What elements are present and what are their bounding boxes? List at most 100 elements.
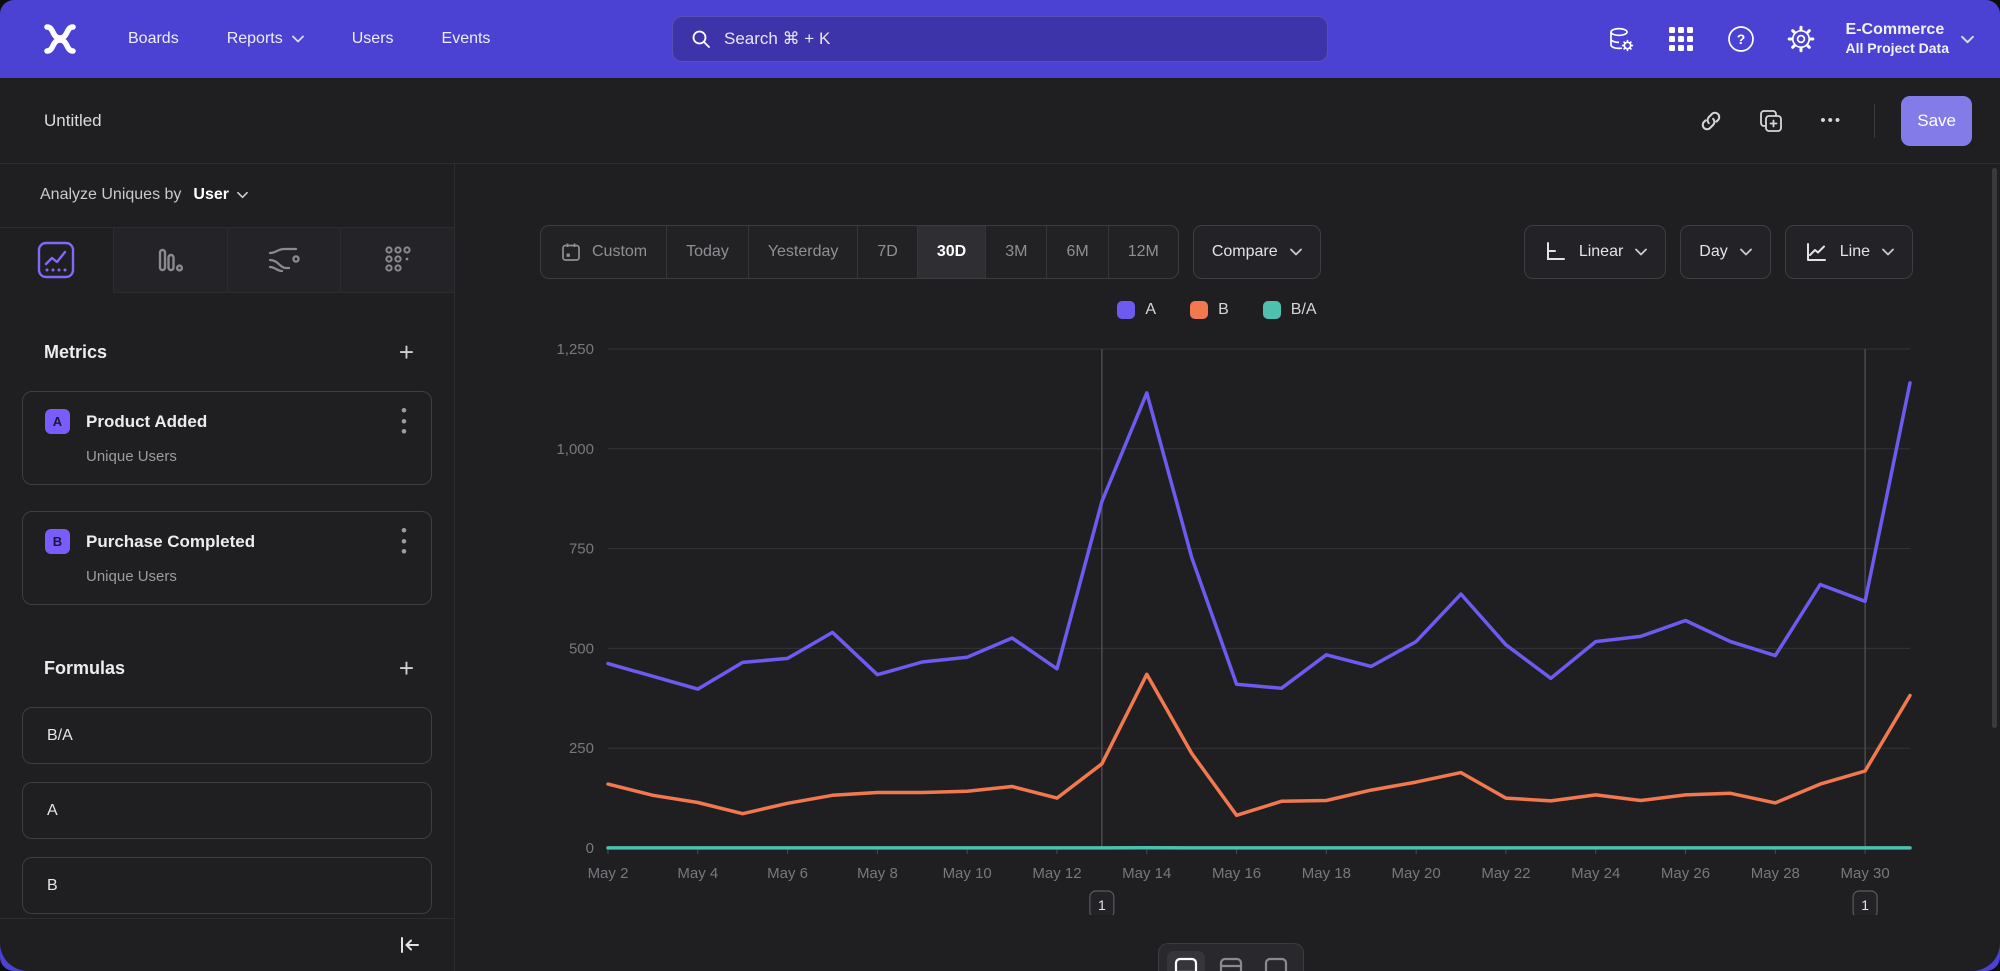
apps-grid-icon[interactable] xyxy=(1666,24,1696,54)
data-management-icon[interactable] xyxy=(1606,24,1636,54)
svg-text:May 28: May 28 xyxy=(1751,865,1800,882)
split-horizontal-icon xyxy=(1174,957,1198,971)
chevron-down-icon xyxy=(292,35,304,43)
scrollbar-thumb[interactable] xyxy=(1992,168,1997,728)
svg-text:May 10: May 10 xyxy=(943,865,992,882)
svg-text:May 18: May 18 xyxy=(1302,865,1351,882)
svg-text:May 14: May 14 xyxy=(1122,865,1171,882)
range-yesterday[interactable]: Yesterday xyxy=(749,226,859,278)
analyze-row: Analyze Uniques by User xyxy=(0,163,454,228)
range-3m[interactable]: 3M xyxy=(986,226,1047,278)
analyze-entity-value: User xyxy=(193,186,229,204)
range-label: 7D xyxy=(877,243,897,261)
metric-card-b[interactable]: B Purchase Completed ••• Unique Users xyxy=(22,511,432,605)
layout-table-bottom-toggle[interactable] xyxy=(1257,951,1295,971)
add-metric-button[interactable]: + xyxy=(399,339,414,365)
legend-item-ba[interactable]: B/A xyxy=(1263,301,1317,319)
range-today[interactable]: Today xyxy=(667,226,749,278)
nav-right: ? E-Commerce All Project Data xyxy=(1606,0,1974,78)
linear-scale-icon xyxy=(1543,240,1567,264)
save-button[interactable]: Save xyxy=(1901,96,1972,146)
nav-item-events[interactable]: Events xyxy=(442,30,491,48)
nav-item-boards[interactable]: Boards xyxy=(128,30,179,48)
chart-type-label: Line xyxy=(1840,243,1870,261)
range-label: Custom xyxy=(592,243,647,261)
settings-gear-icon[interactable] xyxy=(1786,24,1816,54)
chart-type-dropdown[interactable]: Line xyxy=(1785,225,1913,279)
add-formula-button[interactable]: + xyxy=(399,655,414,681)
help-icon[interactable]: ? xyxy=(1726,24,1756,54)
legend-swatch-ba xyxy=(1263,301,1281,319)
more-menu-icon[interactable]: ••• xyxy=(1814,104,1848,138)
formulas-heading: Formulas xyxy=(44,658,125,679)
analyze-entity-dropdown[interactable]: User xyxy=(193,186,248,204)
metric-options-icon[interactable]: ••• xyxy=(395,526,413,558)
chevron-down-icon xyxy=(1882,248,1894,256)
collapse-sidebar-icon[interactable] xyxy=(398,935,422,955)
metrics-heading: Metrics xyxy=(44,342,107,363)
legend-item-b[interactable]: B xyxy=(1190,301,1229,319)
legend-swatch-b xyxy=(1190,301,1208,319)
metric-card-a[interactable]: A Product Added ••• Unique Users xyxy=(22,391,432,485)
svg-text:May 12: May 12 xyxy=(1032,865,1081,882)
range-7d[interactable]: 7D xyxy=(858,226,917,278)
scale-dropdown[interactable]: Linear xyxy=(1524,225,1666,279)
metric-name: Purchase Completed xyxy=(86,532,255,552)
formula-card[interactable]: A xyxy=(22,782,432,839)
nav-item-reports[interactable]: Reports xyxy=(227,30,304,48)
mixpanel-logo-icon[interactable] xyxy=(40,22,80,56)
formulas-header: Formulas + xyxy=(0,655,454,681)
search-placeholder: Search ⌘ + K xyxy=(724,29,830,49)
chevron-down-icon xyxy=(237,191,248,199)
layout-table-top-toggle[interactable] xyxy=(1212,951,1250,971)
tab-line-chart[interactable] xyxy=(0,228,114,293)
svg-text:May 8: May 8 xyxy=(857,865,898,882)
flow-chart-icon xyxy=(265,243,303,277)
range-custom[interactable]: Custom xyxy=(541,226,667,278)
svg-text:May 16: May 16 xyxy=(1212,865,1261,882)
range-30d[interactable]: 30D xyxy=(918,226,986,278)
formula-card[interactable]: B xyxy=(22,857,432,914)
metric-badge: A xyxy=(45,409,70,434)
svg-text:May 20: May 20 xyxy=(1392,865,1441,882)
layout-chart-table-toggle[interactable] xyxy=(1167,951,1205,971)
svg-text:May 2: May 2 xyxy=(588,865,629,882)
search-input[interactable]: Search ⌘ + K xyxy=(672,16,1328,62)
funnel-dots-icon xyxy=(381,243,415,277)
metric-options-icon[interactable]: ••• xyxy=(395,406,413,438)
line-chart[interactable]: 02505007501,0001,250May 2May 4May 6May 8… xyxy=(455,330,2000,915)
svg-text:500: 500 xyxy=(569,640,594,657)
main-area: Custom Today Yesterday 7D 30D 3M 6M 12M … xyxy=(455,163,2000,971)
range-label: 12M xyxy=(1128,243,1159,261)
tab-bar-chart[interactable] xyxy=(114,228,228,292)
nav-item-label: Boards xyxy=(128,30,179,48)
range-6m[interactable]: 6M xyxy=(1047,226,1108,278)
project-selector[interactable]: E-Commerce All Project Data xyxy=(1846,20,1974,58)
sidebar: Analyze Uniques by User xyxy=(0,163,455,971)
legend-item-a[interactable]: A xyxy=(1117,301,1156,319)
nav-left: Boards Reports Users Events xyxy=(40,22,490,56)
nav-item-users[interactable]: Users xyxy=(352,30,394,48)
project-name: E-Commerce xyxy=(1846,20,1949,40)
report-actions: ••• Save xyxy=(1694,96,1972,146)
copy-link-icon[interactable] xyxy=(1694,104,1728,138)
tab-flow-chart[interactable] xyxy=(228,228,342,292)
metric-measure[interactable]: Unique Users xyxy=(86,568,177,585)
svg-text:May 4: May 4 xyxy=(677,865,718,882)
metric-measure[interactable]: Unique Users xyxy=(86,448,177,465)
legend-label: B/A xyxy=(1291,301,1317,319)
duplicate-icon[interactable] xyxy=(1754,104,1788,138)
formula-card[interactable]: B/A xyxy=(22,707,432,764)
range-label: 30D xyxy=(937,243,966,261)
interval-dropdown[interactable]: Day xyxy=(1680,225,1770,279)
range-label: Yesterday xyxy=(768,243,839,261)
compare-label: Compare xyxy=(1212,243,1278,261)
interval-label: Day xyxy=(1699,243,1727,261)
tab-funnel-dots[interactable] xyxy=(341,228,454,292)
report-title[interactable]: Untitled xyxy=(44,111,102,131)
chart-type-tabs xyxy=(0,228,454,293)
compare-button[interactable]: Compare xyxy=(1193,225,1321,279)
svg-text:1,000: 1,000 xyxy=(556,441,594,458)
chevron-down-icon xyxy=(1740,248,1752,256)
range-12m[interactable]: 12M xyxy=(1109,226,1178,278)
